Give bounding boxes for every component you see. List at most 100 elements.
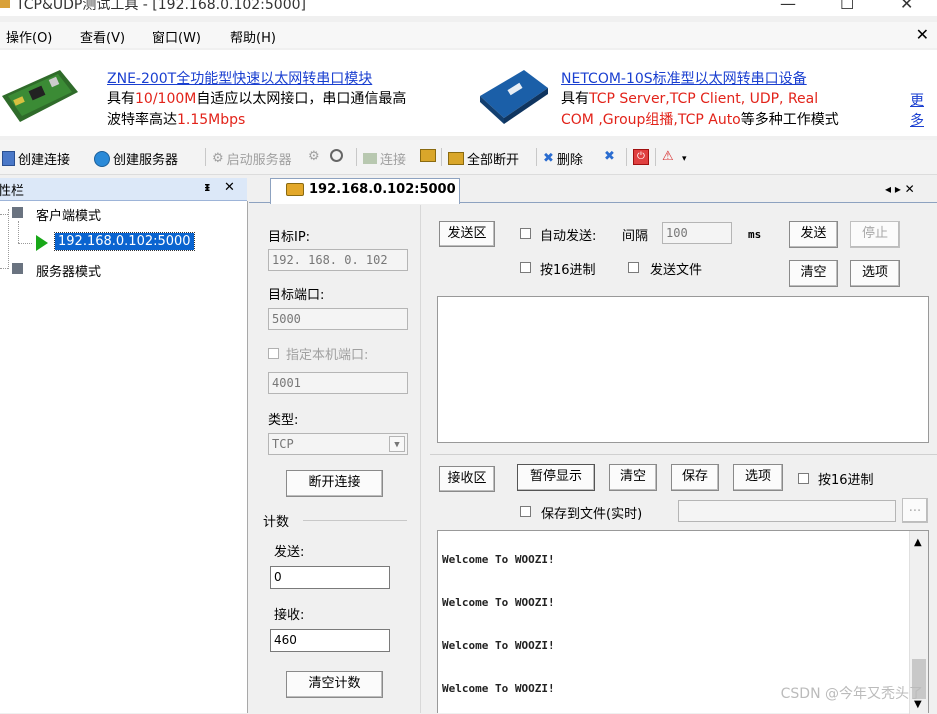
recv-count-field[interactable]: 460 xyxy=(270,629,390,652)
delete-icon: ✖ xyxy=(543,151,554,166)
send-count-field[interactable]: 0 xyxy=(270,566,390,589)
power-button[interactable]: ⏻ xyxy=(633,149,649,165)
save-to-file-checkbox[interactable] xyxy=(520,506,531,517)
ad-banner: ZNE-200T全功能型快速以太网转串口模块 具有10/100M自适应以太网接口… xyxy=(0,50,937,136)
browse-button[interactable]: ... xyxy=(902,498,928,523)
recv-area-label: 接收区 xyxy=(439,466,495,492)
ad2-line2: 具有TCP Server,TCP Client, UDP, Real xyxy=(561,91,819,107)
server-icon: ⚙ xyxy=(308,149,320,164)
window-title: TCP&UDP测试工具 - [192.168.0.102:5000] xyxy=(16,0,306,13)
chevron-down-icon: ▼ xyxy=(389,436,405,452)
clear-count-button[interactable]: 清空计数 xyxy=(286,671,383,698)
recv-line: Welcome To WOOZI! xyxy=(442,596,555,609)
tree-line xyxy=(8,209,10,269)
pin-icon[interactable]: ᵻ xyxy=(204,180,211,194)
menu-operate[interactable]: 操作(O) xyxy=(6,27,52,46)
exit-icon: ⚠ xyxy=(662,149,674,164)
client-mode-icon xyxy=(12,207,23,218)
server-mode-icon xyxy=(12,263,23,274)
recv-count-label: 接收: xyxy=(274,608,305,623)
send-button[interactable]: 发送 xyxy=(789,221,838,248)
window-close-button[interactable]: ✕ xyxy=(900,0,913,13)
tab-nav-controls[interactable]: ◂ ▸ ✕ xyxy=(885,182,915,196)
app-icon xyxy=(0,0,10,8)
stop-button[interactable] xyxy=(330,149,343,162)
send-options-button[interactable]: 选项 xyxy=(850,260,900,287)
exit-button[interactable]: ⚠ xyxy=(662,149,674,164)
create-connection-button[interactable]: 创建连接 xyxy=(2,149,70,168)
connect-button[interactable]: 连接 xyxy=(363,149,406,168)
toolbar-separator xyxy=(441,148,442,166)
toolbar-separator xyxy=(626,148,627,166)
disconnect-connection-button[interactable]: 断开连接 xyxy=(286,470,383,497)
start-server-button[interactable]: ⚙ 启动服务器 xyxy=(212,149,292,168)
delete-all-button[interactable]: ✖ xyxy=(604,149,615,164)
recv-options-button[interactable]: 选项 xyxy=(733,464,783,491)
tab-connection[interactable]: 192.168.0.102:5000 xyxy=(270,178,460,204)
splitter[interactable] xyxy=(430,454,937,455)
send-hex-checkbox[interactable] xyxy=(520,262,531,273)
send-clear-button[interactable]: 清空 xyxy=(789,260,838,287)
recv-hex-label: 按16进制 xyxy=(818,473,874,488)
menu-window[interactable]: 窗口(W) xyxy=(152,27,201,46)
tree-item-connection[interactable]: 192.168.0.102:5000 xyxy=(54,232,195,251)
ad2-line3: COM ,Group组播,TCP Auto等多种工作模式 xyxy=(561,112,839,128)
send-area-label: 发送区 xyxy=(439,221,495,247)
send-count-label: 发送: xyxy=(274,545,305,560)
menu-help[interactable]: 帮助(H) xyxy=(230,27,276,46)
type-select[interactable]: TCP ▼ xyxy=(268,433,408,455)
sidebar-title: 性栏 xyxy=(0,184,25,199)
local-port-field[interactable]: 4001 xyxy=(268,372,408,394)
stop-icon xyxy=(330,149,343,162)
sidebar-close-button[interactable]: ✕ xyxy=(224,180,235,195)
create-server-button[interactable]: 创建服务器 xyxy=(94,149,178,168)
toolbar-separator xyxy=(655,148,656,166)
tree-line xyxy=(0,268,8,269)
menu-view[interactable]: 查看(V) xyxy=(80,27,125,46)
toolbar: 创建连接 创建服务器 ⚙ 启动服务器 ⚙ 连接 全部断开 ✖ 删除 ✖ ⏻ ⚠ … xyxy=(0,140,937,175)
server-globe-icon xyxy=(94,150,110,167)
local-port-checkbox[interactable] xyxy=(268,348,279,359)
send-textarea[interactable] xyxy=(437,296,929,443)
stop-server-button[interactable]: ⚙ xyxy=(308,149,320,164)
target-ip-field[interactable]: 192. 168. 0. 102 xyxy=(268,249,408,271)
maximize-button[interactable]: ☐ xyxy=(840,0,854,13)
watermark: CSDN @今年又秃头了 xyxy=(780,686,923,702)
disconnect-button[interactable] xyxy=(420,149,436,162)
tree-item-client-mode[interactable]: 客户端模式 xyxy=(36,205,101,224)
power-icon: ⏻ xyxy=(633,149,649,165)
ad1-link[interactable]: ZNE-200T全功能型快速以太网转串口模块 xyxy=(107,68,372,88)
scroll-up-icon[interactable]: ▲ xyxy=(914,537,922,548)
more-link[interactable]: 更多 xyxy=(910,90,937,130)
tree-item-server-mode[interactable]: 服务器模式 xyxy=(36,261,101,280)
stop-send-button[interactable]: 停止 xyxy=(850,221,900,248)
interval-label: 间隔 xyxy=(622,229,649,244)
mdi-close-button[interactable]: ✕ xyxy=(916,25,929,44)
save-file-path-field[interactable] xyxy=(678,500,896,522)
recv-clear-button[interactable]: 清空 xyxy=(609,464,657,491)
delete-all-icon: ✖ xyxy=(604,149,615,164)
send-file-checkbox[interactable] xyxy=(628,262,639,273)
recv-save-button[interactable]: 保存 xyxy=(671,464,719,491)
disconnect-icon xyxy=(420,149,436,162)
send-hex-label: 按16进制 xyxy=(540,263,596,278)
recv-line: Welcome To WOOZI! xyxy=(442,682,555,695)
pause-display-button[interactable]: 暂停显示 xyxy=(517,464,595,491)
toolbar-separator xyxy=(356,148,357,166)
ad1-line3: 波特率高达1.15Mbps xyxy=(107,112,246,128)
delete-button[interactable]: ✖ 删除 xyxy=(543,149,583,168)
recv-hex-checkbox[interactable] xyxy=(798,473,809,484)
circuit-board-image xyxy=(2,70,78,122)
toolbar-overflow-button[interactable]: ▾ xyxy=(682,154,687,164)
auto-send-checkbox[interactable] xyxy=(520,228,531,239)
connect-icon xyxy=(363,153,377,164)
ad2-link[interactable]: NETCOM-10S标准型以太网转串口设备 xyxy=(561,68,807,88)
tree-line xyxy=(18,243,32,244)
interval-field[interactable]: 100 xyxy=(662,222,732,244)
minimize-button[interactable]: — xyxy=(780,0,796,13)
disconnect-all-button[interactable]: 全部断开 xyxy=(448,149,519,168)
target-port-field[interactable]: 5000 xyxy=(268,308,408,330)
menu-bar: 操作(O) 查看(V) 窗口(W) 帮助(H) ✕ xyxy=(0,22,937,48)
play-arrow-icon xyxy=(36,235,48,251)
save-to-file-label: 保存到文件(实时) xyxy=(541,507,643,522)
